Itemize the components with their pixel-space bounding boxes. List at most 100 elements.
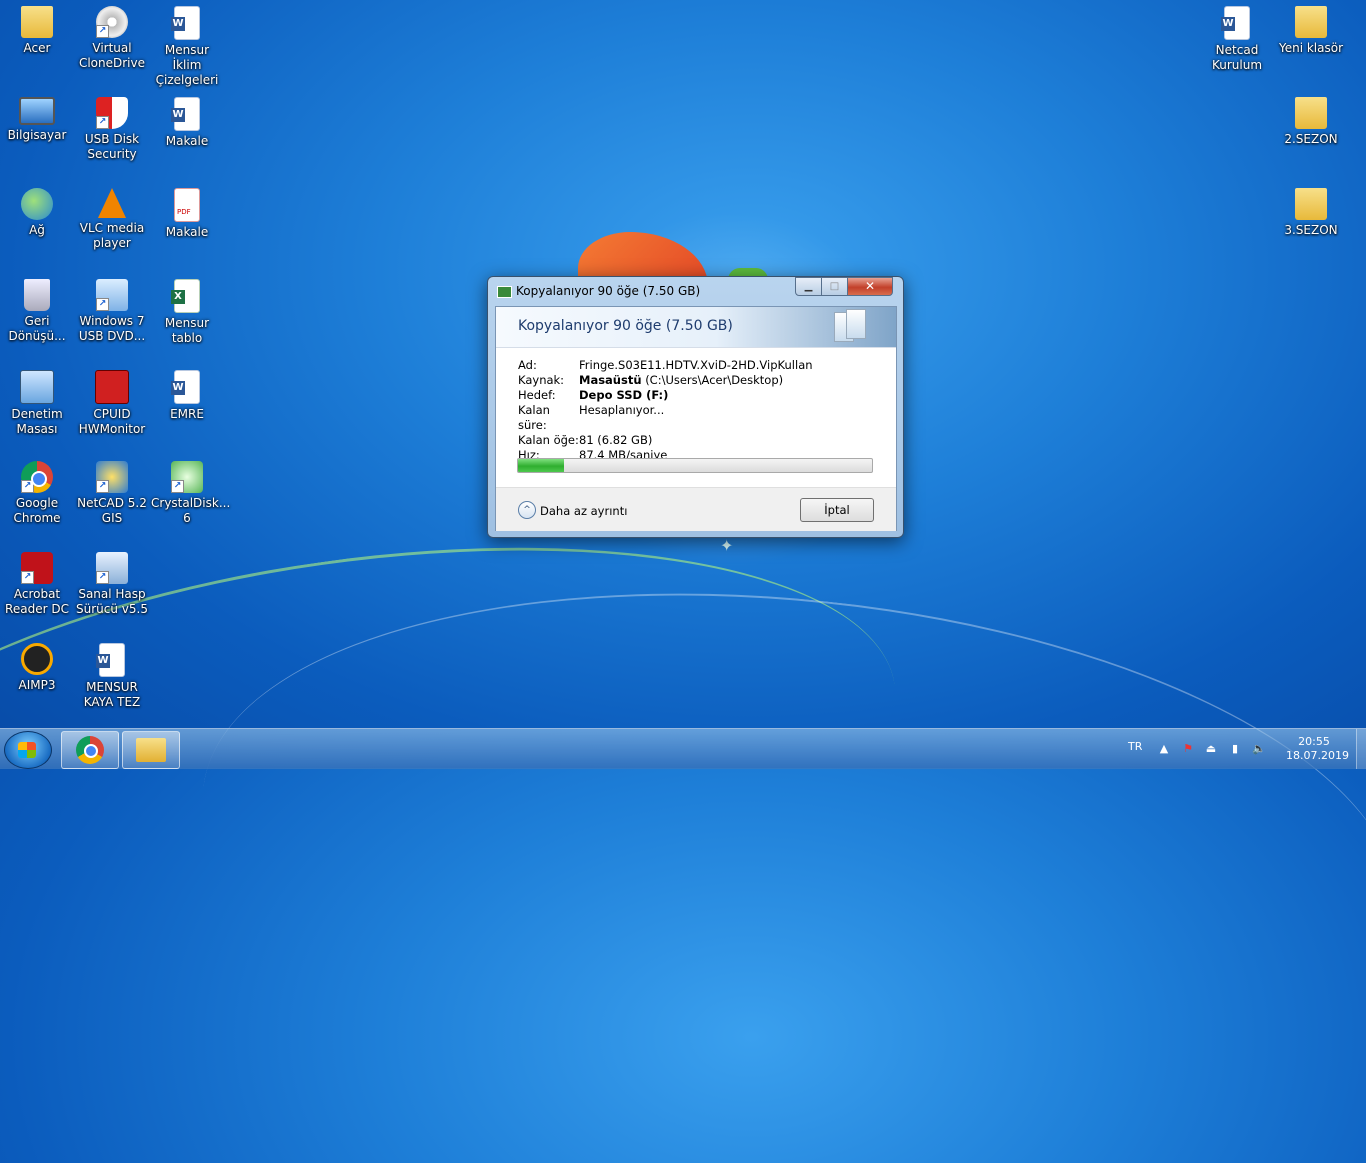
desktop-icon-aimp3[interactable]: AIMP3 bbox=[1, 643, 73, 693]
destination-link[interactable]: Depo SSD (F:) bbox=[579, 388, 668, 403]
desktop-icon-label: CPUID HWMonitor bbox=[78, 407, 146, 436]
network-icon bbox=[21, 188, 53, 220]
desktop-icon-crystaldisk[interactable]: ↗ CrystalDisk... 6 bbox=[151, 461, 231, 526]
network-warning-icon[interactable]: ⚑ bbox=[1181, 742, 1195, 756]
desktop-icon-label: Denetim Masası bbox=[11, 407, 63, 436]
desktop-icon-label: Sanal Hasp Sürücü v5.5 bbox=[76, 587, 148, 616]
desktop-icon-3-sezon[interactable]: 3.SEZON bbox=[1275, 188, 1347, 238]
word-document-icon bbox=[1221, 6, 1250, 40]
desktop-icon-emre[interactable]: EMRE bbox=[151, 370, 223, 422]
wallpaper-sparkle: ✦ bbox=[720, 536, 734, 555]
dialog-title: Kopyalanıyor 90 öğe (7.50 GB) bbox=[516, 284, 701, 298]
start-button[interactable] bbox=[4, 731, 52, 769]
word-document-icon bbox=[171, 97, 200, 131]
cancel-button[interactable]: İptal bbox=[800, 498, 874, 522]
desktop-icon-mensur-kaya-tez[interactable]: MENSUR KAYA TEZ bbox=[76, 643, 148, 710]
desktop-icon-label: VLC media player bbox=[79, 221, 145, 250]
desktop-icon-label: Netcad Kurulum bbox=[1211, 43, 1263, 72]
desktop-icon-label: Geri Dönüşü... bbox=[8, 314, 66, 343]
desktop-icon-mensur-iklim[interactable]: Mensur İklim Çizelgeleri bbox=[151, 6, 223, 88]
folder-icon bbox=[1295, 6, 1327, 38]
computer-icon bbox=[19, 97, 55, 125]
desktop-icon-label: Acer bbox=[23, 41, 51, 55]
signal-bars-icon[interactable]: ▮ bbox=[1228, 742, 1242, 756]
desktop-icon-usb-disk-security[interactable]: ↗ USB Disk Security bbox=[76, 97, 148, 162]
volume-icon[interactable]: 🔈 bbox=[1252, 742, 1266, 756]
desktop-icon-acer[interactable]: Acer bbox=[1, 6, 73, 56]
detail-label: Kalan süre: bbox=[518, 403, 550, 432]
minimize-button[interactable]: ▁ bbox=[795, 277, 822, 296]
desktop-icon-label: AIMP3 bbox=[18, 678, 56, 692]
crystaldisk-icon: ↗ bbox=[171, 461, 203, 493]
desktop-icon-cpuid[interactable]: CPUID HWMonitor bbox=[76, 370, 148, 437]
desktop-icon-2-sezon[interactable]: 2.SEZON bbox=[1275, 97, 1347, 147]
desktop-icon-makale-pdf[interactable]: Makale bbox=[151, 188, 223, 240]
word-document-icon bbox=[171, 370, 200, 404]
desktop-icon-usb-dvd-tool[interactable]: ↗ Windows 7 USB DVD... bbox=[76, 279, 148, 344]
desktop-icon-label: Acrobat Reader DC bbox=[5, 587, 69, 616]
desktop-icon-label: Makale bbox=[165, 225, 209, 239]
detail-row-time: Kalan süre: Hesaplanıyor... bbox=[518, 403, 813, 433]
detail-row-name: Ad: Fringe.S03E11.HDTV.XviD-2HD.VipKulla… bbox=[518, 358, 813, 373]
desktop-icon-vlc[interactable]: VLC media player bbox=[76, 188, 148, 251]
desktop-icon-google-chrome[interactable]: ↗ Google Chrome bbox=[1, 461, 73, 526]
desktop-icon-ag[interactable]: Ağ bbox=[1, 188, 73, 238]
desktop-icon-sanal-hasp[interactable]: ↗ Sanal Hasp Sürücü v5.5 bbox=[76, 552, 148, 617]
copy-progress-bar bbox=[517, 458, 873, 473]
desktop-icon-label: CrystalDisk... 6 bbox=[151, 496, 231, 525]
source-path: (C:\Users\Acer\Desktop) bbox=[645, 373, 784, 387]
desktop-icon-label: Makale bbox=[165, 134, 209, 148]
desktop-icon-recycle-bin[interactable]: Geri Dönüşü... bbox=[1, 279, 73, 344]
taskbar-chrome-button[interactable] bbox=[61, 731, 119, 769]
desktop-icon-netcad[interactable]: ↗ NetCAD 5.2 GIS bbox=[76, 461, 148, 526]
usb-safely-remove-icon[interactable]: ⏏ bbox=[1204, 742, 1218, 756]
copy-progress-dialog[interactable]: Kopyalanıyor 90 öğe (7.50 GB) ▁ □ ✕ Kopy… bbox=[487, 276, 904, 538]
document-icon bbox=[846, 309, 866, 339]
folder-icon bbox=[1295, 188, 1327, 220]
source-link[interactable]: Masaüstü bbox=[579, 373, 642, 387]
desktop-icon-mensur-tablo[interactable]: Mensur tablo bbox=[151, 279, 223, 346]
copy-window-icon bbox=[497, 286, 512, 298]
shield-icon: ↗ bbox=[96, 97, 128, 129]
dialog-header: Kopyalanıyor 90 öğe (7.50 GB) bbox=[496, 307, 896, 348]
desktop-icon-label: 3.SEZON bbox=[1284, 223, 1338, 237]
desktop-icon-label: Windows 7 USB DVD... bbox=[78, 314, 146, 343]
pdf-icon bbox=[174, 188, 200, 222]
word-document-icon bbox=[96, 643, 125, 677]
desktop-icon-label: Yeni klasör bbox=[1278, 41, 1344, 55]
chrome-icon bbox=[76, 736, 104, 764]
word-document-icon bbox=[171, 6, 200, 40]
desktop-icon-label: 2.SEZON bbox=[1284, 132, 1338, 146]
hasp-icon: ↗ bbox=[96, 552, 128, 584]
dialog-footer: ^ Daha az ayrıntı İptal bbox=[496, 487, 896, 531]
excel-document-icon bbox=[171, 279, 200, 313]
cpuid-icon bbox=[95, 370, 129, 404]
desktop-icon-label: NetCAD 5.2 GIS bbox=[77, 496, 147, 525]
desktop-icon-netcad-kurulum[interactable]: Netcad Kurulum bbox=[1201, 6, 1273, 73]
show-hidden-icon[interactable]: ▲ bbox=[1157, 742, 1171, 756]
folder-icon bbox=[21, 6, 53, 38]
chevron-up-icon[interactable]: ^ bbox=[518, 501, 536, 519]
desktop-icon-control-panel[interactable]: Denetim Masası bbox=[1, 370, 73, 437]
clock[interactable]: 20:55 18.07.2019 bbox=[1286, 735, 1349, 763]
desktop-icon-label: MENSUR KAYA TEZ bbox=[83, 680, 141, 709]
desktop-icon-virtual-clonedrive[interactable]: ↗ Virtual CloneDrive bbox=[76, 6, 148, 71]
show-desktop-button[interactable] bbox=[1356, 729, 1366, 769]
close-button[interactable]: ✕ bbox=[847, 277, 893, 296]
desktop-icon-yeni-klasor[interactable]: Yeni klasör bbox=[1275, 6, 1347, 56]
progress-fill bbox=[518, 459, 565, 472]
vlc-icon bbox=[98, 188, 126, 218]
taskbar-explorer-button[interactable] bbox=[122, 731, 180, 769]
usb-dvd-tool-icon: ↗ bbox=[96, 279, 128, 311]
language-indicator[interactable]: TR bbox=[1128, 740, 1142, 780]
desktop-icon-label: Ağ bbox=[29, 223, 45, 237]
desktop-icon-label: EMRE bbox=[170, 407, 204, 421]
control-panel-icon bbox=[20, 370, 54, 404]
desktop-icon-makale-word[interactable]: Makale bbox=[151, 97, 223, 149]
desktop-icon-acrobat[interactable]: ↗ Acrobat Reader DC bbox=[1, 552, 73, 617]
detail-label: Kalan öğe: bbox=[518, 433, 579, 447]
desktop-icon-bilgisayar[interactable]: Bilgisayar bbox=[1, 97, 73, 143]
fewer-details-toggle[interactable]: Daha az ayrıntı bbox=[540, 504, 627, 518]
dialog-header-title: Kopyalanıyor 90 öğe (7.50 GB) bbox=[518, 318, 733, 334]
desktop-icon-label: USB Disk Security bbox=[84, 132, 140, 161]
